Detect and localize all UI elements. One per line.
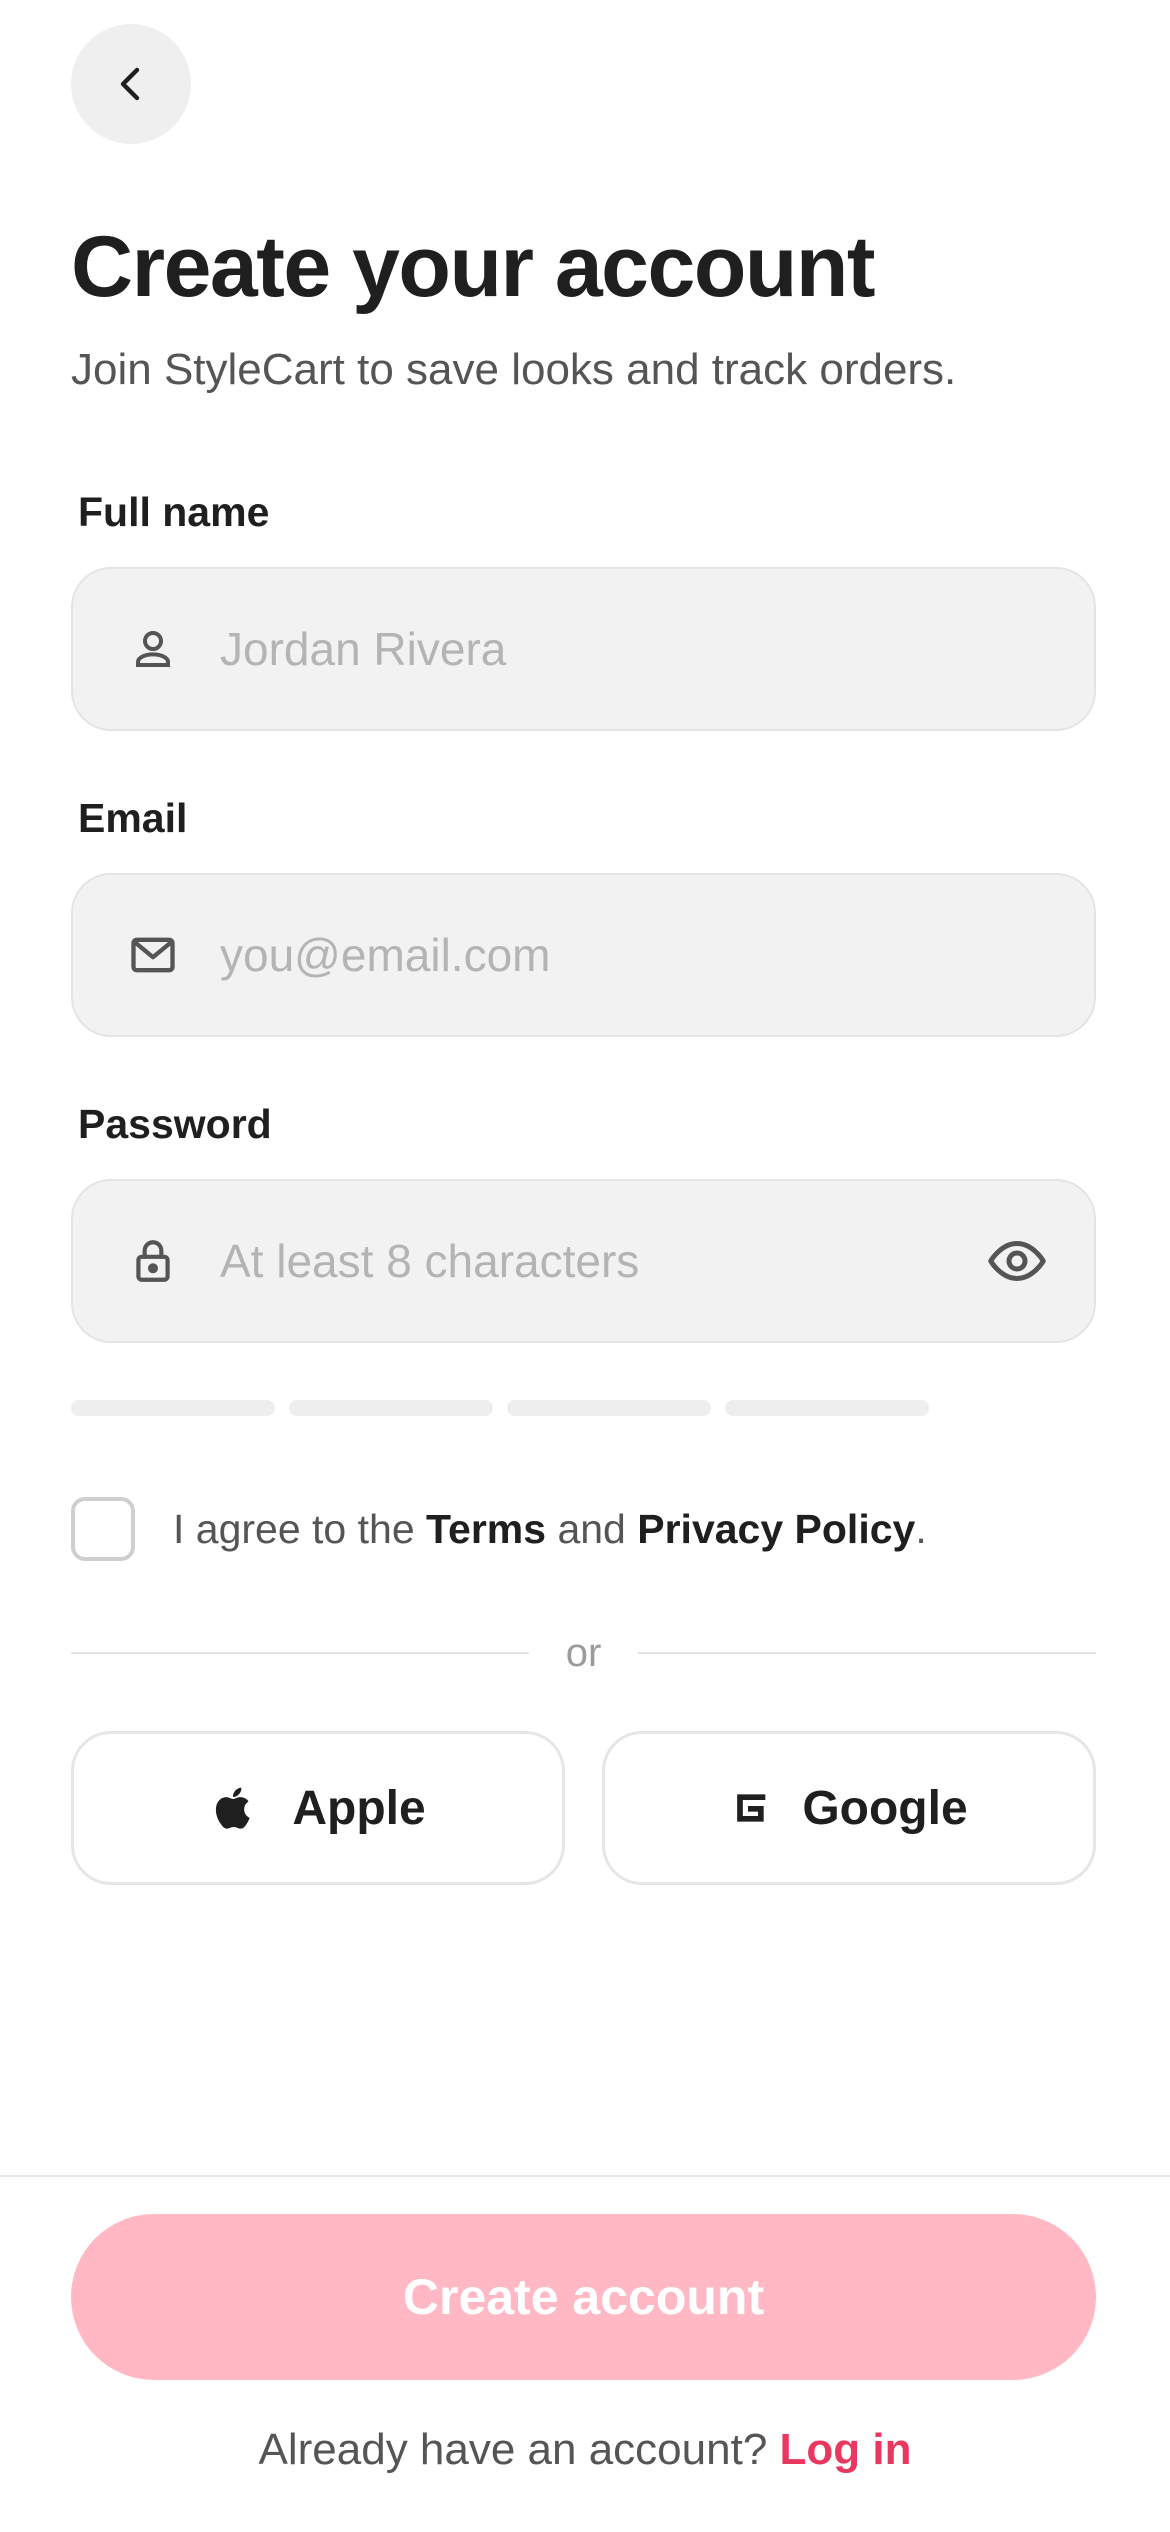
google-signin-button[interactable]: Google: [602, 1731, 1096, 1885]
full-name-label: Full name: [78, 489, 270, 535]
apple-icon: [210, 1780, 260, 1836]
eye-icon[interactable]: [984, 1228, 1050, 1294]
bottom-divider: [0, 2175, 1170, 2177]
privacy-policy-link[interactable]: Privacy Policy: [637, 1506, 915, 1552]
page-title: Create your account: [71, 219, 876, 315]
terms-row: I agree to the Terms and Privacy Policy.: [71, 1497, 927, 1561]
google-icon: [730, 1788, 770, 1828]
password-input[interactable]: [220, 1181, 954, 1341]
email-field[interactable]: [71, 873, 1096, 1037]
google-label: Google: [802, 1781, 968, 1835]
terms-checkbox[interactable]: [71, 1497, 135, 1561]
terms-middle: and: [546, 1505, 638, 1552]
apple-label: Apple: [292, 1781, 426, 1835]
full-name-input[interactable]: [220, 569, 954, 729]
strength-segment: [507, 1400, 711, 1416]
password-field[interactable]: [71, 1179, 1096, 1343]
strength-segment: [71, 1400, 275, 1416]
password-label: Password: [78, 1101, 272, 1147]
create-account-button[interactable]: Create account: [71, 2214, 1096, 2380]
back-button[interactable]: [71, 24, 191, 144]
password-strength-meter: [71, 1400, 929, 1416]
email-input[interactable]: [220, 875, 954, 1035]
email-label: Email: [78, 795, 188, 841]
login-prompt-text: Already have an account?: [258, 2425, 780, 2474]
strength-segment: [725, 1400, 929, 1416]
apple-signin-button[interactable]: Apple: [71, 1731, 565, 1885]
login-link[interactable]: Log in: [780, 2425, 912, 2474]
terms-prefix: I agree to the: [173, 1505, 427, 1552]
chevron-left-icon: [120, 67, 140, 101]
divider-text: or: [565, 1631, 602, 1675]
lock-icon: [125, 1233, 181, 1289]
full-name-field[interactable]: [71, 567, 1096, 731]
or-divider: or: [71, 1626, 1096, 1680]
person-icon: [125, 621, 181, 677]
terms-text: I agree to the Terms and Privacy Policy.: [173, 1506, 927, 1553]
terms-link[interactable]: Terms: [426, 1506, 546, 1552]
login-prompt: Already have an account? Log in: [0, 2420, 1170, 2480]
terms-suffix: .: [915, 1505, 927, 1552]
strength-segment: [289, 1400, 493, 1416]
mail-icon: [125, 927, 181, 983]
page-subtitle: Join StyleCart to save looks and track o…: [71, 345, 957, 394]
